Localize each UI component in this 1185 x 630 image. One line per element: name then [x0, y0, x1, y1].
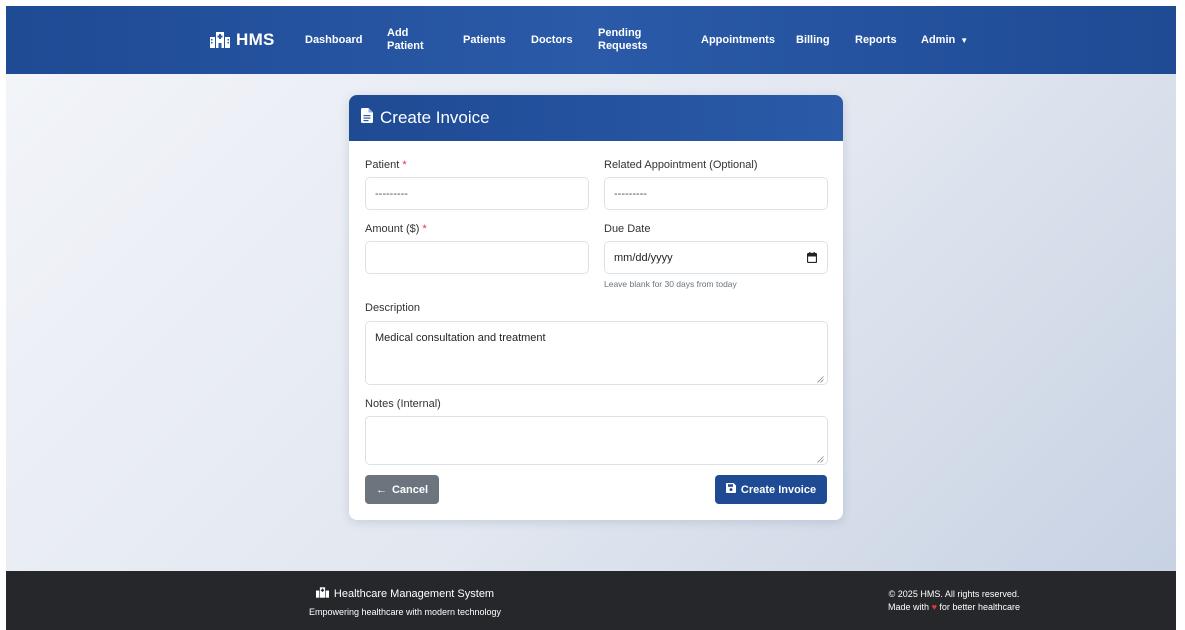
nav-doctors[interactable]: Doctors [531, 6, 573, 74]
appointment-label: Related Appointment (Optional) [604, 159, 758, 171]
notes-label: Notes (Internal) [365, 398, 441, 410]
footer-copyright: © 2025 HMS. All rights reserved. [804, 589, 1104, 599]
description-value: Medical consultation and treatment [375, 332, 546, 344]
patient-select-value: --------- [375, 187, 408, 200]
due-date-input[interactable]: mm/dd/yyyy [604, 241, 828, 274]
arrow-left-icon: ← [375, 483, 387, 496]
card-title: Create Invoice [380, 108, 490, 127]
brand[interactable]: HMS [210, 28, 275, 52]
patient-label: Patient * [365, 159, 407, 171]
brand-name: HMS [236, 30, 275, 49]
resize-handle-icon[interactable] [817, 374, 824, 383]
amount-input[interactable] [365, 241, 589, 274]
page: HMS Dashboard Add Patient Patients Docto… [6, 6, 1176, 630]
cancel-button[interactable]: ← Cancel [365, 475, 439, 504]
footer-tagline: Empowering healthcare with modern techno… [308, 607, 502, 617]
create-invoice-button-label: Create Invoice [740, 483, 817, 496]
heart-icon: ♥ [931, 602, 937, 612]
footer-copyright-text: 2025 HMS. All rights reserved. [897, 589, 1020, 599]
description-textarea[interactable]: Medical consultation and treatment [365, 321, 828, 385]
footer-made-with: Made with ♥ for better healthcare [804, 602, 1104, 612]
caret-down-icon: ▼ [960, 35, 969, 45]
footer: Healthcare Management System Empowering … [6, 571, 1176, 630]
calendar-icon[interactable] [806, 252, 818, 266]
amount-label: Amount ($) * [365, 223, 427, 235]
nav-dashboard[interactable]: Dashboard [305, 6, 362, 74]
hospital-icon [315, 587, 329, 601]
description-label: Description [365, 302, 421, 314]
amount-label-text: Amount ($) [365, 223, 420, 235]
top-navbar: HMS Dashboard Add Patient Patients Docto… [6, 6, 1176, 74]
file-invoice-icon [361, 108, 373, 128]
due-date-help: Leave blank for 30 days from today [604, 279, 737, 289]
cancel-button-label: Cancel [391, 483, 429, 496]
create-invoice-button[interactable]: Create Invoice [715, 475, 827, 504]
nav-appointments[interactable]: Appointments [701, 6, 775, 74]
hospital-icon [210, 32, 230, 48]
nav-admin-label: Admin [921, 33, 956, 46]
footer-title: Healthcare Management System [6, 587, 804, 601]
required-mark: * [402, 159, 407, 171]
made-with-suffix: for better healthcare [939, 602, 1020, 612]
nav-pending-requests[interactable]: Pending Requests [598, 6, 648, 74]
nav-reports[interactable]: Reports [855, 6, 897, 74]
nav-admin-dropdown[interactable]: Admin ▼ [921, 6, 968, 74]
nav-patients[interactable]: Patients [463, 6, 506, 74]
patient-label-text: Patient [365, 159, 400, 171]
nav-add-patient[interactable]: Add Patient [387, 6, 424, 74]
scrollbar[interactable] [1177, 6, 1185, 630]
card-header: Create Invoice [349, 95, 843, 141]
due-date-label: Due Date [604, 223, 651, 235]
appointment-select-value: --------- [614, 187, 647, 200]
due-date-placeholder: mm/dd/yyyy [614, 251, 673, 264]
resize-handle-icon[interactable] [817, 454, 824, 463]
footer-title-text: Healthcare Management System [333, 588, 495, 600]
create-invoice-card: Create Invoice Patient * --------- Relat… [349, 95, 843, 520]
nav-billing[interactable]: Billing [796, 6, 830, 74]
made-with-prefix: Made with [888, 602, 930, 612]
required-mark: * [422, 223, 427, 235]
patient-select[interactable]: --------- [365, 177, 589, 210]
save-icon [725, 483, 736, 496]
notes-textarea[interactable] [365, 416, 828, 465]
copyright-icon: © [888, 589, 896, 599]
appointment-select[interactable]: --------- [604, 177, 828, 210]
